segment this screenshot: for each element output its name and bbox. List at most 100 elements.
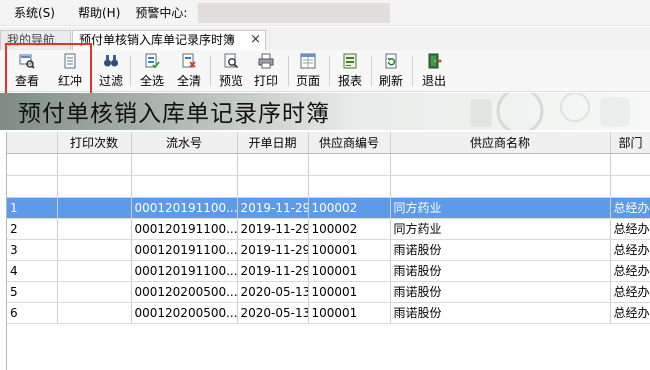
filter-cell[interactable] (131, 153, 238, 176)
page-setup-icon (300, 53, 316, 69)
clear-all-icon (182, 53, 196, 68)
select-all-button[interactable]: 全选 (138, 52, 166, 90)
supplier-name-cell[interactable]: 雨诺股份 (390, 281, 611, 303)
supplier-name-cell[interactable]: 同方药业 (390, 218, 611, 240)
print-count-cell[interactable] (57, 260, 132, 282)
refresh-button[interactable]: 刷新 (377, 52, 405, 90)
column-header-supplier-code[interactable]: 供应商编号 (308, 132, 391, 154)
row-index-cell[interactable]: 2 (7, 218, 58, 240)
table-row[interactable]: 4 000120191100... 2019-11-29 100001 雨诺股份 总经办 (7, 260, 650, 282)
print-count-cell[interactable] (57, 281, 132, 303)
supplier-name-cell[interactable]: 雨诺股份 (390, 302, 611, 324)
filter-cell[interactable] (57, 153, 132, 176)
department-cell[interactable]: 总经办 (610, 218, 650, 240)
filter-cell[interactable] (7, 153, 58, 176)
close-icon[interactable]: × (250, 31, 261, 49)
supplier-code-cell[interactable]: 100001 (308, 239, 391, 261)
serial-no-cell[interactable]: 000120191100... (131, 218, 238, 240)
exit-door-icon (428, 53, 442, 69)
filter-cell[interactable] (308, 153, 391, 176)
print-count-cell[interactable] (57, 239, 132, 261)
toolbar: 查看 红冲 过滤 全选 全清 预览 打印 页面 报表 刷新 退出 (0, 50, 650, 92)
toolbar-divider (371, 56, 372, 86)
date-cell[interactable]: 2019-11-29 (237, 197, 309, 219)
filter-cell[interactable] (610, 153, 650, 176)
supplier-code-cell[interactable]: 100001 (308, 260, 391, 282)
supplier-name-cell[interactable]: 雨诺股份 (390, 239, 611, 261)
toolbar-divider (288, 56, 289, 86)
row-index-cell[interactable]: 6 (7, 302, 58, 324)
supplier-code-cell[interactable]: 100001 (308, 302, 391, 324)
column-header-date[interactable]: 开单日期 (237, 132, 309, 154)
alert-center-field[interactable] (198, 3, 390, 23)
page-setup-button[interactable]: 页面 (294, 52, 322, 90)
date-cell[interactable]: 2020-05-13 (237, 302, 309, 324)
summary-cell (131, 175, 238, 198)
summary-cell (610, 175, 650, 198)
date-cell[interactable]: 2019-11-29 (237, 239, 309, 261)
date-cell[interactable]: 2019-11-29 (237, 218, 309, 240)
print-count-cell[interactable] (57, 302, 132, 324)
column-header-serial-no[interactable]: 流水号 (131, 132, 238, 154)
page-title: 预付单核销入库单记录序时簿 (18, 101, 330, 127)
tab-prepay-writeoff-journal[interactable]: 预付单核销入库单记录序时簿 × (72, 30, 266, 50)
refresh-label: 刷新 (378, 74, 403, 88)
row-index-cell[interactable]: 3 (7, 239, 58, 261)
table-row[interactable]: 3 000120191100... 2019-11-29 100001 雨诺股份 总经办 (7, 239, 650, 261)
menu-system[interactable]: 系统(S) (0, 0, 64, 26)
clear-all-label: 全清 (176, 74, 201, 88)
preview-label: 预览 (218, 74, 243, 88)
record-grid: 打印次数 流水号 开单日期 供应商编号 供应商名称 部门 1000120191 (6, 132, 650, 370)
department-cell[interactable]: 总经办 (610, 260, 650, 282)
column-header-print-count[interactable]: 打印次数 (57, 132, 132, 154)
row-index-cell[interactable]: 4 (7, 260, 58, 282)
column-header-supplier-name[interactable]: 供应商名称 (390, 132, 611, 154)
department-cell[interactable]: 总经办 (610, 302, 650, 324)
column-header-index[interactable] (7, 132, 58, 154)
report-button[interactable]: 报表 (336, 52, 364, 90)
summary-row (7, 175, 650, 198)
print-count-cell[interactable] (57, 197, 132, 219)
supplier-name-cell[interactable]: 雨诺股份 (390, 260, 611, 282)
serial-no-cell[interactable]: 000120200500... (131, 302, 238, 324)
serial-no-cell[interactable]: 000120191100... (131, 260, 238, 282)
header-row: 打印次数 流水号 开单日期 供应商编号 供应商名称 部门 (7, 132, 650, 154)
supplier-code-cell[interactable]: 100002 (308, 197, 391, 219)
filter-label: 过滤 (98, 74, 123, 88)
column-header-department[interactable]: 部门 (610, 132, 650, 154)
filter-cell[interactable] (390, 153, 611, 176)
serial-no-cell[interactable]: 000120191100... (131, 197, 238, 219)
table-row[interactable]: 2 000120191100... 2019-11-29 100002 同方药业 总经办 (7, 218, 650, 240)
row-index-cell[interactable]: 5 (7, 281, 58, 303)
table-row[interactable]: 5 000120200500... 2020-05-13 100001 雨诺股份 总经办 (7, 281, 650, 303)
print-count-cell[interactable] (57, 218, 132, 240)
page-banner: 预付单核销入库单记录序时簿 (0, 93, 650, 130)
supplier-code-cell[interactable]: 100001 (308, 281, 391, 303)
supplier-code-cell[interactable]: 100002 (308, 218, 391, 240)
menu-help[interactable]: 帮助(H) (64, 0, 129, 26)
select-all-icon (145, 53, 160, 69)
table-row[interactable]: 1 000120191100... 2019-11-29 100002 同方药业 总经办 (7, 197, 650, 219)
date-cell[interactable]: 2019-11-29 (237, 260, 309, 282)
date-cell[interactable]: 2020-05-13 (237, 281, 309, 303)
row-index-cell[interactable]: 1 (7, 197, 58, 219)
exit-label: 退出 (421, 74, 446, 88)
toolbar-divider (130, 56, 131, 86)
summary-cell (57, 175, 132, 198)
clear-all-button[interactable]: 全清 (175, 52, 203, 90)
department-cell[interactable]: 总经办 (610, 239, 650, 261)
serial-no-cell[interactable]: 000120191100... (131, 239, 238, 261)
summary-cell (390, 175, 611, 198)
preview-button[interactable]: 预览 (217, 52, 245, 90)
table-row[interactable]: 6 000120200500... 2020-05-13 100001 雨诺股份 总经办 (7, 302, 650, 324)
filter-button[interactable]: 过滤 (97, 52, 125, 90)
print-button[interactable]: 打印 (252, 52, 280, 90)
supplier-name-cell[interactable]: 同方药业 (390, 197, 611, 219)
tab-label: 预付单核销入库单记录序时簿 (79, 33, 236, 47)
filter-cell[interactable] (237, 153, 309, 176)
department-cell[interactable]: 总经办 (610, 197, 650, 219)
exit-button[interactable]: 退出 (420, 52, 448, 90)
serial-no-cell[interactable]: 000120200500... (131, 281, 238, 303)
summary-cell (308, 175, 391, 198)
department-cell[interactable]: 总经办 (610, 281, 650, 303)
